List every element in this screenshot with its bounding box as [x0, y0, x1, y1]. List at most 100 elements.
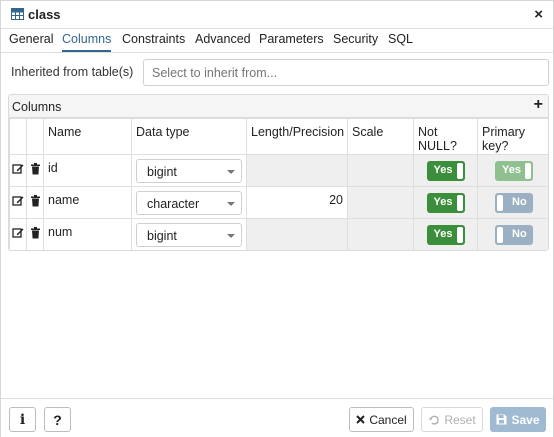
not-null-toggle[interactable]: Yes	[426, 224, 465, 245]
table-row: num bigint Yes No	[9, 218, 548, 250]
scale-cell	[347, 154, 414, 187]
primary-key-toggle[interactable]: No	[495, 224, 533, 245]
dropdown-caret-icon	[227, 169, 235, 174]
table-icon	[11, 8, 24, 23]
column-name-cell[interactable]: id	[43, 154, 132, 187]
header-name: Name	[43, 118, 132, 155]
data-type-select[interactable]: character	[136, 190, 242, 215]
data-type-cell: bigint	[131, 154, 247, 187]
toggle-knob	[497, 226, 503, 243]
scale-cell	[347, 186, 414, 219]
toggle-label: No	[512, 227, 527, 240]
toggle-label: Yes	[433, 195, 453, 208]
primary-key-toggle[interactable]: No	[495, 192, 533, 213]
tab-parameters[interactable]: Parameters	[259, 32, 324, 50]
cancel-icon	[356, 415, 366, 424]
create-table-dialog: class × General Columns Constraints Adva…	[0, 0, 554, 437]
primary-key-cell: Yes	[477, 154, 548, 187]
trash-icon	[29, 227, 42, 240]
primary-key-cell: No	[477, 218, 548, 250]
toggle-knob	[456, 162, 463, 179]
data-type-select[interactable]: bigint	[136, 222, 242, 247]
info-icon: i	[19, 411, 26, 428]
dialog-footer: i ? Cancel Reset Save	[1, 398, 553, 437]
table-row: name character 20 Yes No	[9, 186, 548, 219]
save-icon	[496, 414, 507, 425]
save-button[interactable]: Save	[490, 407, 546, 432]
close-icon[interactable]: ×	[534, 6, 543, 23]
delete-row-button[interactable]	[26, 154, 44, 187]
columns-grid-header: Columns +	[9, 95, 548, 118]
column-name-cell[interactable]: name	[43, 186, 132, 219]
edit-icon	[12, 227, 25, 240]
edit-row-button[interactable]	[9, 186, 27, 219]
help-button[interactable]: ?	[44, 407, 71, 432]
toggle-knob	[525, 162, 531, 179]
column-name-cell[interactable]: num	[43, 218, 132, 250]
length-cell	[246, 218, 348, 250]
header-not-null: Not NULL?	[413, 118, 478, 155]
not-null-cell: Yes	[413, 218, 478, 250]
tab-sql[interactable]: SQL	[388, 32, 413, 50]
cancel-button[interactable]: Cancel	[349, 407, 414, 432]
info-button[interactable]: i	[9, 407, 36, 432]
dropdown-caret-icon	[227, 201, 235, 206]
data-type-value: bigint	[147, 228, 177, 243]
columns-title: Columns	[12, 100, 62, 114]
toggle-knob	[497, 194, 503, 211]
help-icon: ?	[53, 411, 62, 428]
data-type-value: bigint	[147, 164, 177, 179]
toggle-label: Yes	[433, 163, 453, 176]
primary-key-cell: No	[477, 186, 548, 219]
header-primary-key: Primary key?	[477, 118, 548, 155]
data-type-cell: character	[131, 186, 247, 219]
dialog-title: class	[28, 7, 61, 22]
length-cell	[246, 154, 348, 187]
header-length: Length/Precision	[246, 118, 348, 155]
tab-columns[interactable]: Columns	[62, 32, 112, 52]
toggle-knob	[456, 226, 463, 243]
delete-row-button[interactable]	[26, 186, 44, 219]
delete-row-button[interactable]	[26, 218, 44, 250]
tab-security[interactable]: Security	[333, 32, 378, 50]
toggle-label: Yes	[433, 227, 453, 240]
tab-general[interactable]: General	[9, 32, 53, 50]
header-edit	[9, 118, 27, 155]
toggle-knob	[456, 194, 463, 211]
data-type-select[interactable]: bigint	[136, 158, 242, 183]
data-type-value: character	[147, 196, 200, 211]
tab-bar: General Columns Constraints Advanced Par…	[1, 29, 553, 53]
trash-icon	[29, 195, 42, 208]
length-cell[interactable]: 20	[246, 186, 348, 219]
not-null-toggle[interactable]: Yes	[426, 160, 465, 181]
not-null-toggle[interactable]: Yes	[426, 192, 465, 213]
edit-icon	[12, 195, 25, 208]
inherit-label: Inherited from table(s)	[11, 65, 134, 79]
cancel-label: Cancel	[369, 412, 407, 427]
trash-icon	[29, 163, 42, 176]
save-label: Save	[511, 412, 540, 427]
toggle-label: Yes	[502, 163, 521, 176]
table-header-row: Name Data type Length/Precision Scale No…	[9, 118, 548, 155]
data-type-cell: bigint	[131, 218, 247, 250]
edit-icon	[12, 163, 25, 176]
reset-icon	[428, 414, 440, 426]
table-row: id bigint Yes Yes	[9, 154, 548, 187]
columns-grid: Columns + Name Data type Length/Precisio…	[8, 94, 549, 251]
columns-table: Name Data type Length/Precision Scale No…	[9, 118, 548, 250]
edit-row-button[interactable]	[9, 154, 27, 187]
dialog-titlebar: class ×	[1, 1, 553, 29]
not-null-cell: Yes	[413, 186, 478, 219]
tab-advanced[interactable]: Advanced	[195, 32, 251, 50]
edit-row-button[interactable]	[9, 218, 27, 250]
dropdown-caret-icon	[227, 233, 235, 238]
header-scale: Scale	[347, 118, 414, 155]
reset-button[interactable]: Reset	[421, 407, 483, 432]
scale-cell	[347, 218, 414, 250]
add-icon[interactable]: +	[534, 96, 543, 114]
inherit-select[interactable]	[143, 59, 549, 86]
not-null-cell: Yes	[413, 154, 478, 187]
primary-key-toggle: Yes	[495, 160, 533, 181]
reset-label: Reset	[444, 412, 476, 427]
tab-constraints[interactable]: Constraints	[122, 32, 185, 50]
